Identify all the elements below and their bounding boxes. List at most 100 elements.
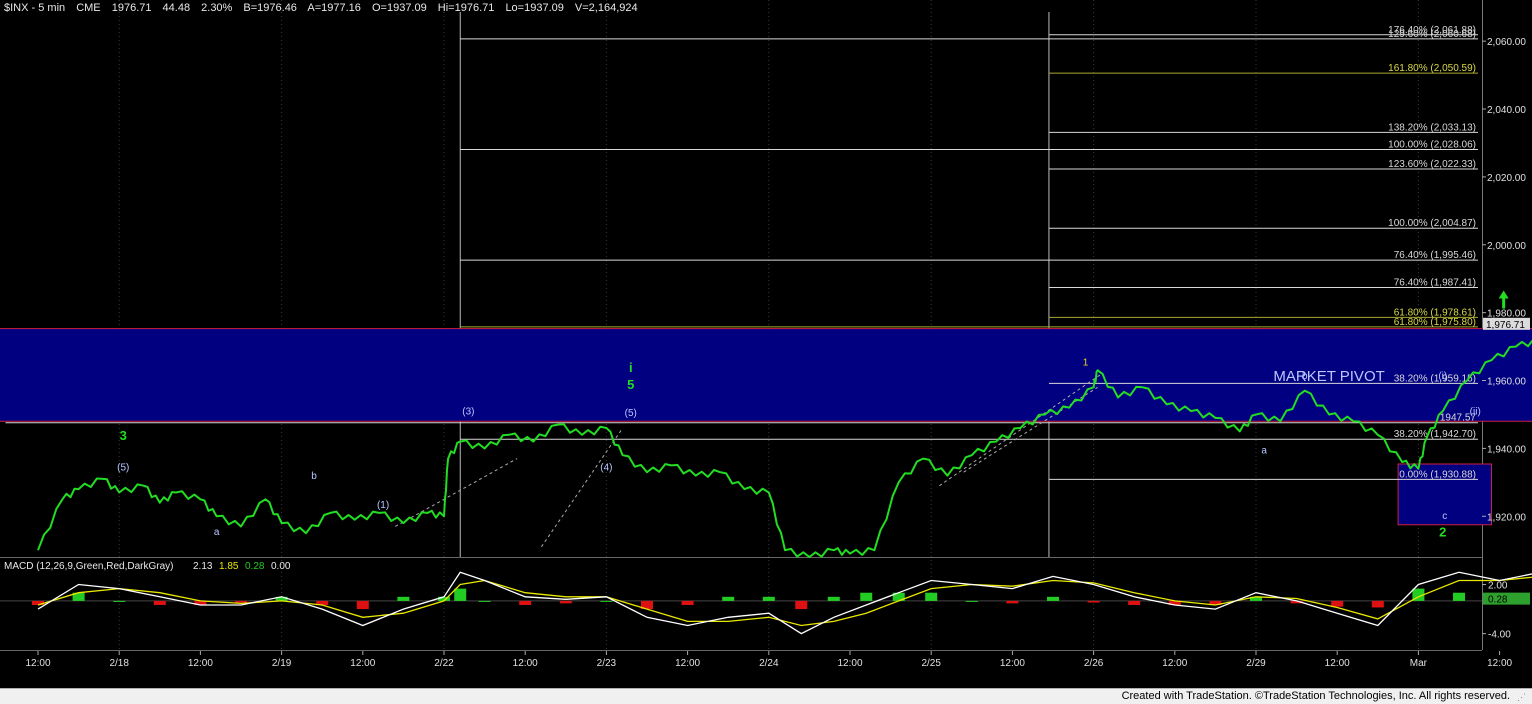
time-tick-label: 2/24	[759, 658, 779, 669]
price-tick-label: 1,960.00	[1487, 377, 1526, 388]
high-price: Hi=1976.71	[437, 2, 495, 14]
fib-level-label: 76.40% (1,987.41)	[1394, 278, 1476, 289]
footer-credit: Created with TradeStation. ©TradeStation…	[1121, 690, 1510, 702]
wave-label: 1	[1083, 357, 1089, 368]
fib-level-label: 38.20% (1,942.70)	[1394, 429, 1476, 440]
macd-histogram-bar	[478, 600, 491, 602]
time-tick-label: 12:00	[25, 658, 50, 669]
resize-grip-icon[interactable]: ⋰	[1517, 692, 1529, 702]
macd-histogram-bar	[860, 592, 873, 601]
price-tick-label: 2,000.00	[1487, 241, 1526, 252]
macd-histogram-bar	[559, 600, 572, 604]
fib-level-label: 161.80% (2,050.59)	[1388, 63, 1476, 74]
macd-histogram-bar	[762, 596, 775, 601]
time-tick-label: 12:00	[1000, 658, 1025, 669]
last-price: 1976.71	[111, 2, 152, 14]
macd-histogram-bar	[1087, 600, 1100, 603]
macd-histogram-bar	[454, 588, 467, 601]
wave-label: b	[1302, 371, 1308, 382]
fib-level-label: 123.60% (2,022.33)	[1388, 159, 1476, 170]
macd-title: MACD (12,26,9,Green,Red,DarkGray)	[4, 561, 174, 572]
wave-label: 3	[120, 428, 127, 443]
price-tick-label: 1,920.00	[1487, 512, 1526, 523]
bid-price: B=1976.46	[243, 2, 297, 14]
wave-label: (ii)	[1470, 406, 1481, 417]
symbol-header: $INX - 5 min CME 1976.71 44.48 2.30% B=1…	[4, 2, 646, 14]
macd-histogram-bar	[827, 596, 840, 601]
time-tick-label: 12:00	[513, 658, 538, 669]
macd-histogram-bar	[1128, 600, 1141, 605]
open-price: O=1937.09	[371, 2, 427, 14]
macd-readout: 1.85	[219, 561, 239, 572]
fib-level-label: 100.00% (2,028.06)	[1388, 140, 1476, 151]
time-tick-label: 12:00	[1162, 658, 1187, 669]
wave-label: a	[1261, 445, 1267, 456]
fib-level-label: 0.00% (1,930.88)	[1399, 469, 1476, 480]
macd-histogram-bar	[356, 600, 369, 610]
macd-histogram-bar	[1331, 600, 1344, 607]
wave-label: (5)	[625, 408, 637, 419]
zone-label: MARKET PIVOT	[1273, 368, 1384, 385]
price-tick-label: 2,060.00	[1487, 37, 1526, 48]
macd-histogram-bar	[600, 600, 613, 602]
time-tick-label: 12:00	[188, 658, 213, 669]
price-tick-label: 2,020.00	[1487, 173, 1526, 184]
net-change: 44.48	[162, 2, 191, 14]
macd-histogram-bar	[1047, 596, 1059, 601]
fib-level-label: 129.60% (2,060.68)	[1388, 29, 1476, 40]
macd-histogram-bar	[1453, 592, 1465, 601]
wave-label: b	[311, 471, 317, 482]
time-tick-label: Mar	[1410, 658, 1428, 669]
exchange-name: CME	[76, 2, 101, 14]
time-tick-label: 2/18	[109, 658, 129, 669]
macd-tick-label: -4.00	[1488, 630, 1511, 641]
ask-price: A=1977.16	[307, 2, 361, 14]
wave-label: 5	[627, 377, 634, 392]
up-arrow-icon	[1498, 290, 1509, 309]
macd-tick-label: 2.00	[1488, 581, 1508, 592]
price-tick-label: 2,040.00	[1487, 105, 1526, 116]
price-tick-label: 1,940.00	[1487, 444, 1526, 455]
time-tick-label: 12:00	[1487, 658, 1512, 669]
volume: V=2,164,924	[574, 2, 638, 14]
macd-line	[37, 571, 1532, 635]
wave-label: i	[629, 360, 633, 375]
percent-change: 2.30%	[201, 2, 233, 14]
macd-readout: 0.00	[271, 561, 291, 572]
macd-histogram-bar	[722, 596, 735, 601]
macd-histogram-bar	[235, 600, 247, 603]
macd-histogram-bar	[153, 600, 166, 605]
macd-histogram-bar	[519, 600, 532, 605]
macd-histogram-bar	[113, 600, 126, 602]
macd-last-label: 0.28	[1488, 595, 1508, 606]
time-tick-label: 12:00	[675, 658, 700, 669]
macd-histogram-bar	[1006, 600, 1019, 604]
time-tick-label: 12:00	[837, 658, 862, 669]
fib-level-label: 138.20% (2,033.13)	[1388, 122, 1476, 133]
wave-label: (5)	[117, 462, 129, 473]
wave-label: (i)	[1438, 371, 1447, 382]
wave-label: a	[214, 527, 220, 538]
price-panel	[0, 0, 1482, 557]
fib-level-label: 61.80% (1,975.80)	[1394, 317, 1476, 328]
low-price: Lo=1937.09	[505, 2, 564, 14]
wave-label: (3)	[462, 406, 474, 417]
macd-readout: 0.28	[245, 561, 265, 572]
time-tick-label: 2/25	[921, 658, 941, 669]
time-tick-label: 2/29	[1246, 658, 1266, 669]
macd-histogram-bar	[681, 600, 694, 605]
wave-label: (1)	[377, 500, 389, 511]
wave-label: 2	[1439, 525, 1446, 540]
time-tick-label: 12:00	[350, 658, 375, 669]
macd-readout: 2.13	[193, 561, 213, 572]
fib-level-label: 100.00% (2,004.87)	[1388, 218, 1476, 229]
wave-label: (4)	[600, 462, 612, 473]
time-tick-label: 2/26	[1084, 658, 1104, 669]
price-chart[interactable]: MARKET PIVOT(v)(iii)(iv)c176.40% (2,061.…	[0, 0, 1532, 688]
status-footer: Created with TradeStation. ©TradeStation…	[0, 688, 1532, 704]
macd-histogram-bar	[965, 600, 978, 602]
macd-histogram-bar	[795, 600, 808, 610]
macd-histogram-bar	[925, 592, 938, 601]
macd-histogram-bar	[397, 596, 410, 601]
macd-histogram-bar	[1371, 600, 1384, 608]
